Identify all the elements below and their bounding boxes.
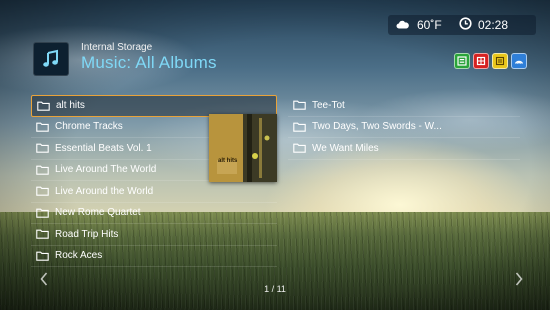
- network-icon: [514, 60, 524, 64]
- color-keys: [454, 53, 527, 69]
- clock-time: 02:28: [478, 18, 509, 32]
- folder-icon: [293, 122, 306, 132]
- folder-icon: [293, 100, 306, 110]
- album-label: Live Around The World: [55, 164, 157, 176]
- album-label: Two Days, Two Swords - W...: [312, 121, 442, 133]
- folder-icon: [36, 229, 49, 239]
- cover-art-label: alt hits: [218, 158, 238, 164]
- storage-label: Internal Storage: [81, 42, 153, 53]
- view-icon: [457, 56, 467, 66]
- page-title: Music: All Albums: [81, 53, 217, 72]
- album-item-live-around-the-world-2[interactable]: Live Around the World: [31, 181, 277, 203]
- folder-icon: [36, 143, 49, 153]
- album-list-right: Tee-Tot Two Days, Two Swords - W... We W…: [288, 95, 520, 160]
- chevron-right-icon: [515, 272, 523, 286]
- cloud-icon: [396, 18, 409, 32]
- page-indicator: 1 / 11: [264, 284, 286, 294]
- folder-icon: [36, 165, 49, 175]
- grid-icon: [476, 56, 486, 66]
- album-label: Road Trip Hits: [55, 228, 119, 240]
- album-item-we-want-miles[interactable]: We Want Miles: [288, 138, 520, 160]
- folder-icon: [37, 101, 50, 111]
- album-label: We Want Miles: [312, 142, 379, 154]
- blue-key-button[interactable]: [511, 53, 527, 69]
- folder-icon: [36, 251, 49, 261]
- list-icon: [495, 56, 505, 66]
- red-key-button[interactable]: [473, 53, 489, 69]
- album-cover-preview: alt hits: [209, 114, 277, 182]
- next-page-button[interactable]: [515, 272, 523, 291]
- album-item-road-trip-hits[interactable]: Road Trip Hits: [31, 224, 277, 246]
- folder-icon: [293, 143, 306, 153]
- album-label: Tee-Tot: [312, 99, 345, 111]
- folder-icon: [36, 208, 49, 218]
- album-label: Live Around the World: [55, 185, 154, 197]
- album-label: New Rome Quartet: [55, 207, 141, 219]
- folder-icon: [36, 186, 49, 196]
- album-label: alt hits: [56, 100, 85, 112]
- album-item-rock-aces[interactable]: Rock Aces: [31, 246, 277, 267]
- folder-icon: [36, 122, 49, 132]
- album-label: Essential Beats Vol. 1: [55, 142, 152, 154]
- green-key-button[interactable]: [454, 53, 470, 69]
- album-item-new-rome-quartet[interactable]: New Rome Quartet: [31, 203, 277, 224]
- music-note-icon: [33, 42, 69, 76]
- album-label: Chrome Tracks: [55, 121, 123, 133]
- status-bar: 60˚F 02:28: [388, 15, 536, 35]
- album-item-two-days-two-swords[interactable]: Two Days, Two Swords - W...: [288, 117, 520, 138]
- temperature: 60˚F: [417, 18, 442, 32]
- album-item-tee-tot[interactable]: Tee-Tot: [288, 95, 520, 117]
- clock-icon: [459, 17, 472, 33]
- yellow-key-button[interactable]: [492, 53, 508, 69]
- album-label: Rock Aces: [55, 250, 103, 262]
